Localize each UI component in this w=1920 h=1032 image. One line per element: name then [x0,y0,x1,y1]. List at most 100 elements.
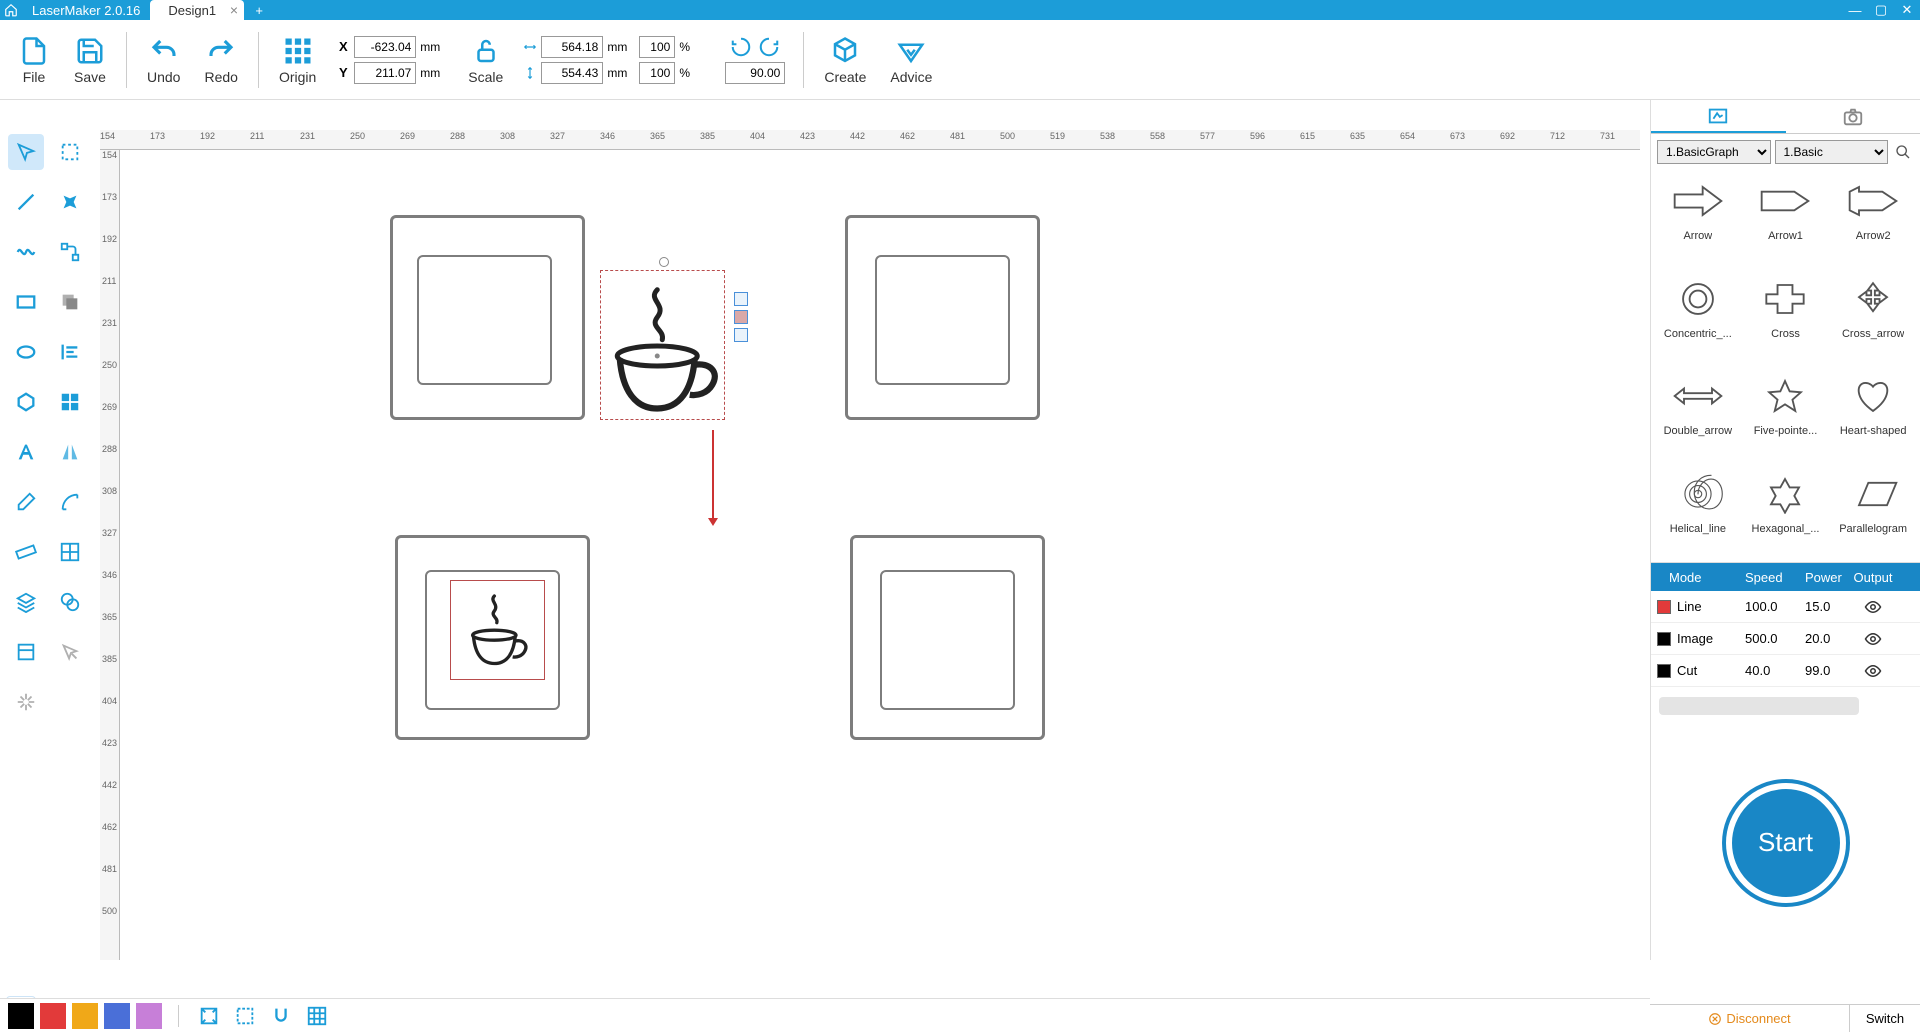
eraser-tool[interactable] [8,484,44,520]
color-swatch[interactable] [72,1003,98,1029]
mirror-tool[interactable] [52,434,88,470]
create-button[interactable]: Create [814,24,876,96]
snap-tool[interactable] [267,1002,295,1030]
shape-item[interactable]: Heart-shaped [1832,369,1914,461]
undo-button[interactable]: Undo [137,24,190,96]
file-button[interactable]: File [8,24,60,96]
rotate-cw-icon[interactable] [758,36,780,58]
grid-toggle[interactable] [303,1002,331,1030]
advice-button[interactable]: Advice [880,24,942,96]
shape-subcategory-select[interactable]: 1.Basic [1775,140,1889,164]
handle-crop-icon[interactable] [734,328,748,342]
tab-label: Design1 [168,3,216,18]
search-icon[interactable] [1892,141,1914,163]
scale-label: Scale [468,69,503,85]
ruler-tool[interactable] [8,534,44,570]
curve-tool[interactable] [8,234,44,270]
text-tool[interactable] [8,434,44,470]
close-window-icon[interactable]: ✕ [1894,0,1920,20]
laser-tool[interactable] [8,684,44,720]
color-swatch[interactable] [40,1003,66,1029]
new-tab-button[interactable]: + [250,1,268,19]
height-input[interactable] [541,62,603,84]
grid-tool[interactable] [52,384,88,420]
layer-speed: 500.0 [1739,631,1799,646]
save-button[interactable]: Save [64,24,116,96]
shape-item[interactable]: Cross [1745,272,1827,364]
rotate-input[interactable] [725,62,785,84]
zoom-selection-tool[interactable] [231,1002,259,1030]
canvas[interactable] [120,150,1640,960]
align-tool[interactable] [52,334,88,370]
layer-row[interactable]: Line100.015.0 [1651,591,1920,623]
maximize-icon[interactable]: ▢ [1868,0,1894,20]
shape-category-select[interactable]: 1.BasicGraph [1657,140,1771,164]
rotate-tool[interactable] [52,284,88,320]
frame-inner[interactable] [880,570,1015,710]
height-pct-input[interactable] [639,62,675,84]
shape-item[interactable]: Helical_line [1657,467,1739,559]
layer-output-toggle[interactable] [1851,662,1895,680]
switch-button[interactable]: Switch [1850,1005,1920,1032]
document-tab[interactable]: Design1 × [150,0,244,20]
width-input[interactable] [541,36,603,58]
layer-output-toggle[interactable] [1851,630,1895,648]
color-swatch[interactable] [136,1003,162,1029]
start-button[interactable]: Start [1726,783,1846,903]
placed-object[interactable] [450,580,545,680]
close-tab-icon[interactable]: × [230,2,238,18]
disconnect-button[interactable]: Disconnect [1650,1005,1850,1032]
shape-name: Heart-shaped [1840,425,1907,437]
select-tool[interactable] [8,134,44,170]
shape-item[interactable]: Hexagonal_... [1745,467,1827,559]
line-tool[interactable] [8,184,44,220]
ellipse-tool[interactable] [8,334,44,370]
width-pct-input[interactable] [639,36,675,58]
measure-curve-tool[interactable] [52,484,88,520]
shapes-tab[interactable] [1651,100,1786,133]
camera-tab[interactable] [1786,100,1920,133]
crop-tool[interactable] [8,634,44,670]
freeform-tool[interactable] [52,184,88,220]
frame-inner[interactable] [417,255,552,385]
shape-item[interactable]: Five-pointe... [1745,369,1827,461]
rotate-handle[interactable] [659,257,669,267]
frame-inner[interactable] [875,255,1010,385]
rotate-ccw-icon[interactable] [730,36,752,58]
selected-object[interactable] [600,270,725,420]
scale-button[interactable]: Scale [458,24,513,96]
layer-row[interactable]: Image500.020.0 [1651,623,1920,655]
y-input[interactable] [354,62,416,84]
node-tool[interactable] [52,234,88,270]
layers-tool[interactable] [8,584,44,620]
shape-item[interactable]: Concentric_... [1657,272,1739,364]
x-input[interactable] [354,36,416,58]
unit-mm: mm [607,40,635,54]
home-icon[interactable] [0,0,22,20]
color-swatch[interactable] [8,1003,34,1029]
opacity-slider[interactable] [1659,697,1859,715]
polygon-tool[interactable] [8,384,44,420]
handle-image-icon[interactable] [734,310,748,324]
marquee-tool[interactable] [52,134,88,170]
layer-row[interactable]: Cut40.099.0 [1651,655,1920,687]
redo-button[interactable]: Redo [194,24,247,96]
shape-name: Concentric_... [1664,328,1732,340]
shape-item[interactable]: Arrow [1657,174,1739,266]
fit-tool[interactable] [195,1002,223,1030]
cursor-path-tool[interactable] [52,634,88,670]
handle-scale-icon[interactable] [734,292,748,306]
shape-item[interactable]: Arrow2 [1832,174,1914,266]
rectangle-tool[interactable] [8,284,44,320]
shape-item[interactable]: Double_arrow [1657,369,1739,461]
shape-item[interactable]: Arrow1 [1745,174,1827,266]
layer-output-toggle[interactable] [1851,598,1895,616]
minimize-icon[interactable]: — [1842,0,1868,20]
selection-handles[interactable] [734,292,748,346]
array-tool[interactable] [52,534,88,570]
combine-tool[interactable] [52,584,88,620]
color-swatch[interactable] [104,1003,130,1029]
shape-item[interactable]: Parallelogram [1832,467,1914,559]
shape-item[interactable]: Cross_arrow [1832,272,1914,364]
origin-button[interactable]: Origin [269,24,326,96]
